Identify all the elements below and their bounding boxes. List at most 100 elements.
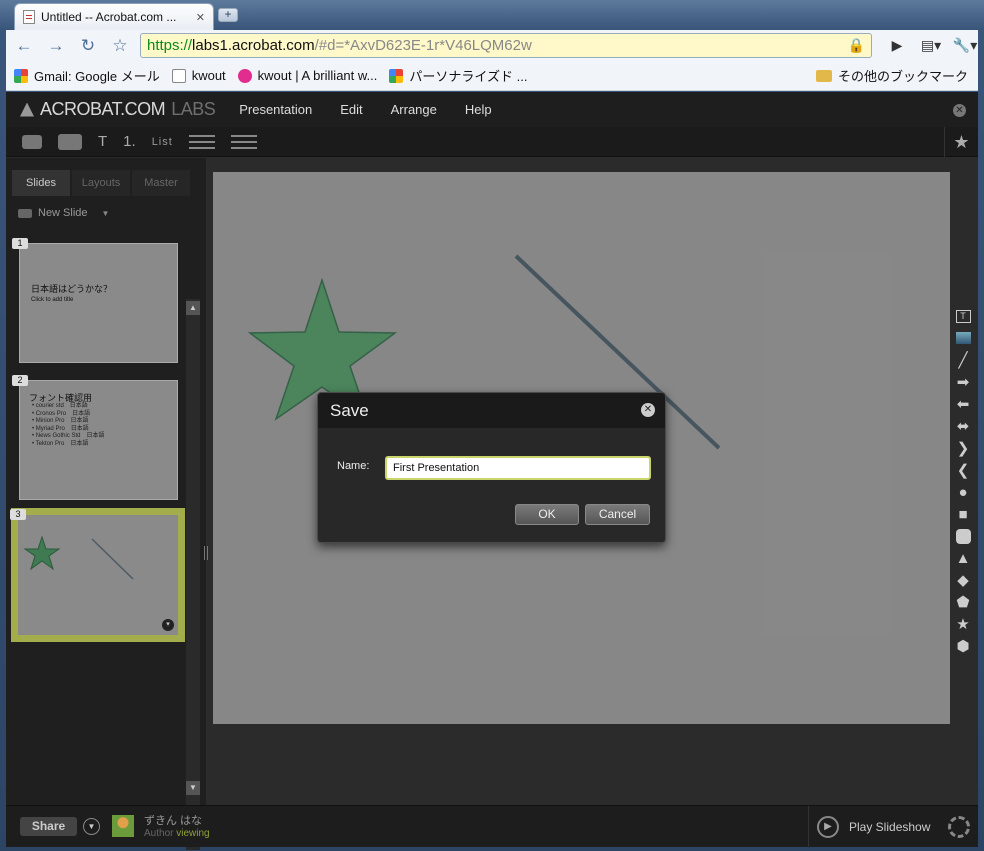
panel-splitter[interactable] [204,546,208,560]
share-button[interactable]: Share [20,817,77,836]
slide-thumbnail-1[interactable]: 1 日本語はどうかな？ Click to add title [12,238,177,362]
app-logo: ACROBAT.COM LABS [6,99,216,120]
play-page-icon[interactable]: ▶ [884,37,910,54]
logo-text: ACROBAT.COM [40,99,166,119]
favorite-star-icon[interactable]: ★ [944,127,978,157]
list-item: • Minion Pro 日本語 [32,418,89,424]
scroll-down-icon[interactable]: ▼ [186,781,200,795]
slide-options-icon[interactable]: ▾ [162,619,174,631]
numbered-list-icon[interactable] [230,129,257,155]
bookmark-gmail[interactable]: Gmail: Google メール [14,66,160,85]
image-icon[interactable] [954,329,972,347]
browser-toolbar: ← → ↻ ☆ https:// labs1.acrobat.com /#d=*… [6,30,978,61]
bookmark-star-icon[interactable]: ☆ [108,34,132,58]
tab-slides[interactable]: Slides [12,170,70,196]
arrow-right-icon[interactable]: ➡ [954,373,972,391]
share-dropdown-icon[interactable]: ▼ [83,818,100,835]
name-label: Name: [337,460,370,472]
square-icon[interactable]: ■ [954,505,972,523]
line-icon[interactable]: ╱ [954,351,972,369]
address-bar[interactable]: https:// labs1.acrobat.com /#d=*AxvD623E… [140,33,872,58]
chevron-right-icon[interactable]: ❯ [954,439,972,457]
role-label: Author [144,828,174,839]
user-role: Author viewing [144,828,210,839]
other-bookmarks-label: その他のブックマーク [837,69,968,84]
shape-box-icon[interactable] [58,129,82,155]
menu-edit[interactable]: Edit [340,102,362,117]
new-slide-button[interactable]: New Slide ▼ [6,196,206,230]
dialog-close-icon[interactable]: ✕ [641,403,655,417]
slide-number: 2 [12,375,28,386]
forward-icon[interactable]: → [44,34,68,58]
comments-icon[interactable] [22,129,42,155]
list-item: • Myriad Pro 日本語 [32,425,89,432]
bookmarks-bar: Gmail: Google メール kwout kwout | A brilli… [6,61,978,91]
tab-master[interactable]: Master [132,170,190,196]
url-path: /#d=*AxvD623E-1r*V46LQM62w [314,37,532,54]
bookmark-kwout[interactable]: kwout [171,68,226,83]
ok-button[interactable]: OK [515,504,579,525]
menu-presentation[interactable]: Presentation [239,102,312,117]
name-input[interactable]: First Presentation [385,456,651,480]
shapes-palette: T ╱ ➡ ⬅ ⬌ ❯ ❮ ● ■ ▲ ◆ ⬟ ★ ⬢ [952,307,974,667]
menu-help[interactable]: Help [465,102,492,117]
slide-icon [18,208,32,218]
slide-thumbnail-3[interactable]: 3 ▾ [10,509,178,635]
google-icon [389,68,404,83]
tab-close-icon[interactable]: ✕ [196,11,205,24]
app-close-icon[interactable]: ✕ [953,104,966,117]
triangle-icon[interactable]: ▲ [954,549,972,567]
slide-3-preview [23,535,134,580]
star-icon[interactable]: ★ [954,615,972,633]
hexagon-icon[interactable]: ⬢ [954,637,972,655]
bullet-list-icon[interactable] [188,129,215,155]
play-slideshow-button[interactable]: ▶ Play Slideshow [808,806,948,848]
bookmark-personalized[interactable]: パーソナライズド ... [389,66,527,85]
slides-scrollbar[interactable] [186,299,200,850]
new-slide-dropdown-icon[interactable]: ▼ [102,209,110,218]
settings-icon[interactable] [948,816,970,838]
circle-icon[interactable]: ● [954,483,972,501]
chevron-left-icon[interactable]: ❮ [954,461,972,479]
text-tool-icon[interactable]: T [98,129,107,155]
tab-layouts[interactable]: Layouts [72,170,130,196]
numbered-style-button[interactable]: 1. [123,129,136,155]
bookmark-kwout-brilliant[interactable]: kwout | A brilliant w... [237,68,377,83]
double-arrow-icon[interactable]: ⬌ [954,417,972,435]
google-icon [14,68,28,83]
page-menu-icon[interactable]: ▤▾ [918,37,944,54]
slide-thumbnail-2[interactable]: 2 フォント確認用 • courier std 日本語 • Cronos Pro… [12,375,177,499]
slide-title: 日本語はどうかな？ [31,284,113,294]
play-icon: ▶ [817,816,839,838]
page-icon [171,68,186,83]
rounded-rect-icon[interactable] [954,527,972,545]
textbox-icon[interactable]: T [954,307,972,325]
list-style-label[interactable]: List [152,129,173,155]
list-item: • News Gothic Std 日本語 [32,433,105,439]
reload-icon[interactable]: ↻ [76,34,100,58]
list-item: • Tekton Pro 日本語 [32,440,89,447]
browser-window: Untitled -- Acrobat.com ... ✕ + ← → ↻ ☆ … [0,0,984,851]
arrow-left-icon[interactable]: ⬅ [954,395,972,413]
diamond-icon[interactable]: ◆ [954,571,972,589]
wrench-menu-icon[interactable]: 🔧▾ [952,37,978,54]
menu-arrange[interactable]: Arrange [391,102,437,117]
new-tab-button[interactable]: + [218,8,238,22]
cancel-button[interactable]: Cancel [585,504,650,525]
user-status: viewing [176,828,210,839]
avatar [112,815,134,837]
app-menu: Presentation Edit Arrange Help [239,102,491,117]
logo-labs: LABS [171,99,216,119]
save-dialog: Save ✕ Name: First Presentation OK Cance… [317,392,666,543]
slide-number: 3 [10,509,26,520]
slides-panel: Slides Layouts Master New Slide ▼ 1 日本語は… [6,158,208,850]
other-bookmarks[interactable]: その他のブックマーク [815,66,968,85]
back-icon[interactable]: ← [12,34,36,58]
lock-icon[interactable]: 🔒 [848,37,865,54]
folder-icon [815,69,832,82]
pdf-icon [23,10,35,24]
pentagon-icon[interactable]: ⬟ [954,593,972,611]
play-slideshow-label: Play Slideshow [849,820,931,834]
browser-tab[interactable]: Untitled -- Acrobat.com ... ✕ [14,3,214,30]
scroll-up-icon[interactable]: ▲ [186,301,200,315]
